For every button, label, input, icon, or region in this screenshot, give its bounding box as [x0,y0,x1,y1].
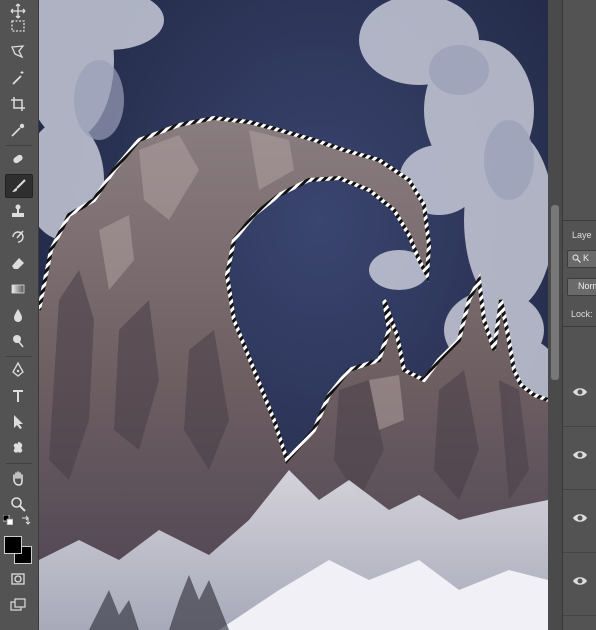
layer-row[interactable] [563,490,596,553]
eyedropper-tool-icon[interactable] [5,119,31,141]
lasso-tool-icon[interactable] [5,41,31,63]
layer-filter-field[interactable]: K [567,250,596,268]
visibility-eye-icon[interactable] [572,449,588,461]
hand-tool-icon[interactable] [5,467,31,489]
history-brush-tool-icon[interactable] [5,226,31,248]
visibility-eye-icon[interactable] [572,512,588,524]
blend-mode-value: Norm [578,281,596,291]
crop-tool-icon[interactable] [5,93,31,115]
eraser-tool-icon[interactable] [5,252,31,274]
swap-colors-icon[interactable] [20,514,32,526]
search-icon [572,254,581,263]
clone-stamp-tool-icon[interactable] [5,200,31,222]
scrollbar-thumb[interactable] [551,205,559,380]
layer-row[interactable] [563,553,596,616]
zoom-tool-icon[interactable] [5,493,31,515]
canvas-vertical-scrollbar[interactable] [548,0,562,630]
quick-mask-icon[interactable] [5,568,31,590]
path-selection-tool-icon[interactable] [5,411,31,433]
marquee-tool-icon[interactable] [5,15,31,37]
custom-shape-tool-icon[interactable] [5,437,31,459]
layer-filter-label: K [583,253,590,263]
document-canvas[interactable] [39,0,548,630]
layer-row[interactable] [563,364,596,427]
screen-mode-icon[interactable] [5,594,31,616]
type-tool-icon[interactable] [5,385,31,407]
default-colors-icon[interactable] [2,514,14,526]
layers-tab[interactable]: Laye [572,230,592,240]
visibility-eye-icon[interactable] [572,575,588,587]
tools-panel [0,0,39,630]
brush-tool-icon[interactable] [5,174,33,198]
lock-label: Lock: [571,309,593,319]
magic-wand-tool-icon[interactable] [5,67,31,89]
blend-mode-select[interactable]: Norm [567,278,596,296]
dodge-tool-icon[interactable] [5,330,31,352]
layer-row[interactable] [563,427,596,490]
gradient-tool-icon[interactable] [5,278,31,300]
blur-tool-icon[interactable] [5,304,31,326]
healing-brush-tool-icon[interactable] [5,148,31,170]
visibility-eye-icon[interactable] [572,386,588,398]
layers-panel: Laye K Norm Lock: [562,0,596,630]
foreground-color-swatch[interactable] [4,536,22,554]
mountain-photo [39,0,548,630]
pen-tool-icon[interactable] [5,359,31,381]
